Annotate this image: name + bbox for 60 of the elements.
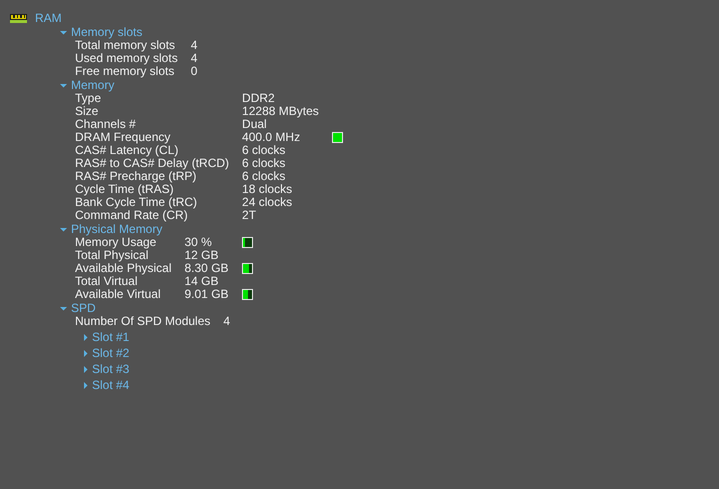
property-name: Channels #: [75, 118, 137, 131]
property-value: 0: [190, 65, 198, 78]
expand-arrow-icon[interactable]: [82, 350, 89, 357]
property-value: Dual: [242, 118, 268, 131]
property-name: Bank Cycle Time (tRC): [75, 196, 198, 209]
collapse-arrow-icon[interactable]: [60, 29, 67, 36]
property-value: 12 GB: [184, 249, 220, 262]
property-name: Number Of SPD Modules: [75, 315, 210, 328]
meter-icon: [242, 238, 252, 247]
property-name: Total memory slots: [75, 39, 176, 52]
property-value: 400.0 MHz: [242, 131, 302, 144]
property-name: CAS# Latency (CL): [75, 144, 180, 157]
collapse-arrow-icon[interactable]: [60, 305, 67, 312]
collapse-arrow-icon[interactable]: [60, 82, 67, 89]
property-name: Total Physical: [75, 249, 148, 262]
expand-arrow-icon[interactable]: [82, 334, 89, 341]
tree-node[interactable]: SPD: [60, 301, 96, 315]
property-value: 6 clocks: [242, 170, 286, 183]
property-name: Available Physical: [75, 262, 172, 275]
meter-icon: [242, 290, 252, 299]
collapse-arrow-icon[interactable]: [60, 226, 67, 233]
expand-arrow-icon[interactable]: [82, 366, 89, 373]
tree-node[interactable]: Slot #3: [82, 362, 130, 376]
meter-icon: [242, 264, 252, 273]
property-name: DRAM Frequency: [75, 131, 172, 144]
expand-arrow-icon[interactable]: [82, 382, 89, 389]
property-value: 24 clocks: [242, 196, 294, 209]
property-name: Available Virtual: [75, 288, 162, 301]
tree-node-label[interactable]: RAM: [35, 12, 62, 24]
tree-node[interactable]: Slot #2: [82, 346, 130, 360]
property-name: Used memory slots: [75, 52, 178, 65]
property-value: 4: [190, 52, 198, 65]
property-name: Total Virtual: [75, 275, 138, 288]
property-value: 4: [190, 39, 198, 52]
memory-module-icon: [10, 14, 27, 22]
tree-node[interactable]: Memory slots: [60, 25, 142, 39]
property-value: 9.01 GB: [184, 288, 229, 301]
property-name: RAS# to CAS# Delay (tRCD): [75, 157, 230, 170]
property-name: RAS# Precharge (tRP): [75, 170, 196, 183]
property-value: 18 clocks: [242, 183, 294, 196]
tree-node[interactable]: Memory: [60, 78, 114, 92]
property-name: Type: [75, 92, 102, 105]
property-value: 8.30 GB: [184, 262, 229, 275]
meter-icon: [332, 133, 342, 142]
property-value: 6 clocks: [242, 157, 286, 170]
property-value: 6 clocks: [242, 144, 286, 157]
property-value: 2T: [242, 209, 258, 222]
property-value: 4: [223, 315, 230, 328]
property-name: Command Rate (CR): [75, 209, 188, 222]
property-value: 14 GB: [184, 275, 220, 288]
property-name: Memory Usage: [75, 236, 156, 249]
property-value: DDR2: [242, 92, 276, 105]
property-value: 30 %: [184, 236, 213, 249]
tree-node[interactable]: Slot #1: [82, 330, 130, 344]
property-name: Cycle Time (tRAS): [75, 183, 174, 196]
tree-node[interactable]: Physical Memory: [60, 222, 162, 236]
tree-node[interactable]: Slot #4: [82, 378, 130, 392]
property-name: Free memory slots: [75, 65, 176, 78]
property-name: Size: [75, 105, 98, 118]
property-value: 12288 MBytes: [242, 105, 319, 118]
